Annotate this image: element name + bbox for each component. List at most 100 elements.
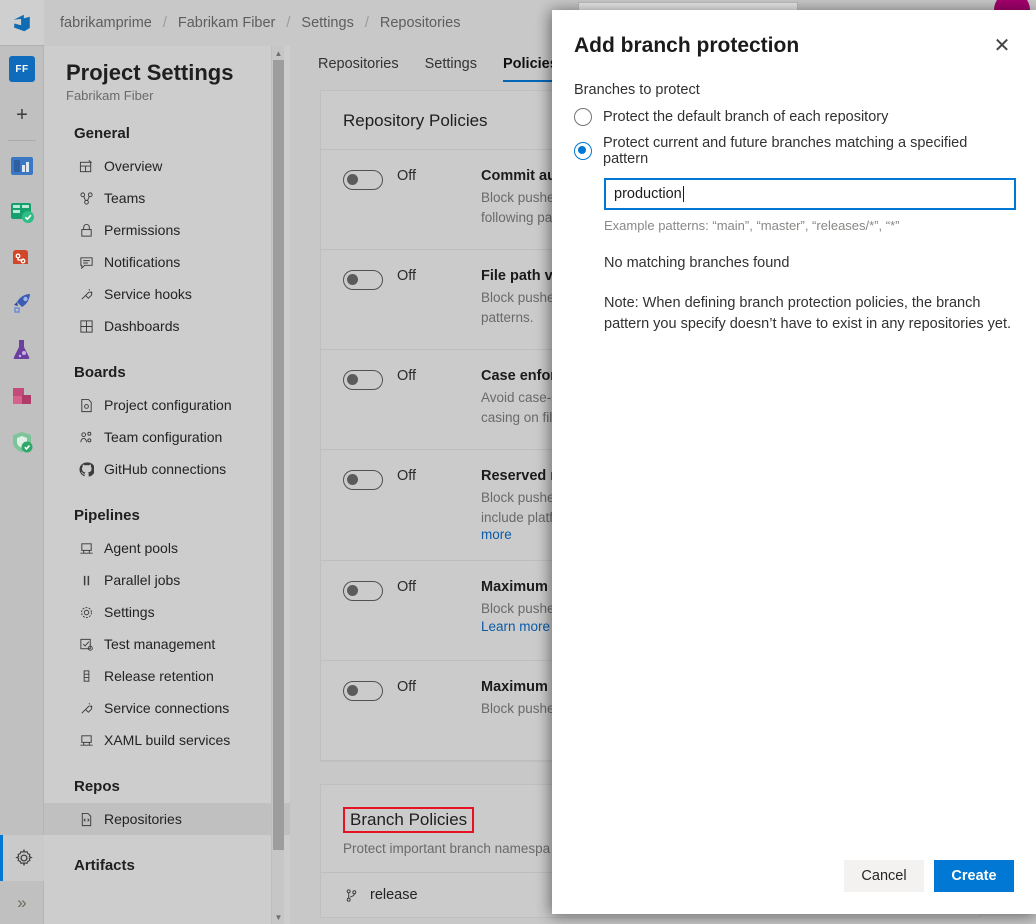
sidebar-group-pipelines: Pipelines xyxy=(44,485,290,532)
dialog-footer: Cancel Create xyxy=(844,860,1014,892)
radio-button[interactable] xyxy=(574,108,592,126)
breadcrumb-separator: / xyxy=(286,15,290,31)
breadcrumb-item-org[interactable]: fabrikamprime xyxy=(60,15,152,31)
radio-option-default-branch[interactable]: Protect the default branch of each repos… xyxy=(574,108,1014,126)
org-tile-label: FF xyxy=(9,56,35,82)
policy-toggle[interactable] xyxy=(343,270,383,290)
policy-toggle[interactable] xyxy=(343,370,383,390)
policy-toggle[interactable] xyxy=(343,170,383,190)
sidebar-item-teams[interactable]: Teams xyxy=(44,182,290,214)
dialog-note: Note: When defining branch protection po… xyxy=(604,293,1024,336)
rocket-icon xyxy=(9,291,35,317)
sidebar-item-service-connections[interactable]: Service connections xyxy=(44,692,290,724)
radio-label: Protect the default branch of each repos… xyxy=(603,109,888,125)
sidebar-item-label: Notifications xyxy=(104,254,180,270)
agent-icon xyxy=(78,732,94,748)
branch-policies-heading: Branch Policies xyxy=(343,807,474,833)
match-status: No matching branches found xyxy=(604,255,1014,271)
sidebar-item-parallel-jobs[interactable]: Parallel jobs xyxy=(44,564,290,596)
security-nav-button[interactable] xyxy=(0,419,44,465)
scroll-down-arrow-icon[interactable]: ▼ xyxy=(274,913,283,922)
branch-icon xyxy=(343,887,359,903)
sidebar-item-service-hooks[interactable]: Service hooks xyxy=(44,278,290,310)
policy-toggle-state: Off xyxy=(397,579,481,595)
cancel-button[interactable]: Cancel xyxy=(844,860,924,892)
branch-pattern-input[interactable]: production xyxy=(604,178,1016,210)
policy-toggle[interactable] xyxy=(343,681,383,701)
org-tile-ff[interactable]: FF xyxy=(0,46,44,92)
gear-icon xyxy=(78,604,94,620)
radio-option-pattern[interactable]: Protect current and future branches matc… xyxy=(574,135,1014,167)
sidebar-item-label: Test management xyxy=(104,636,215,652)
expand-menu-button[interactable]: » xyxy=(0,881,44,924)
plus-icon: + xyxy=(16,105,28,125)
sidebar-item-label: Release retention xyxy=(104,668,214,684)
sidebar-item-label: Project configuration xyxy=(104,397,232,413)
github-icon xyxy=(78,461,94,477)
sidebar-item-notifications[interactable]: Notifications xyxy=(44,246,290,278)
packages-nav-button[interactable] xyxy=(0,373,44,419)
repo-file-icon xyxy=(78,811,94,827)
branch-pattern-value: production xyxy=(614,186,682,202)
text-caret xyxy=(683,186,684,202)
chevron-double-right-icon: » xyxy=(17,893,26,913)
breadcrumb-item-project[interactable]: Fabrikam Fiber xyxy=(178,15,276,31)
sidebar-item-label: Settings xyxy=(104,604,155,620)
close-icon[interactable]: ✕ xyxy=(986,30,1018,62)
gear-icon xyxy=(14,848,34,868)
sidebar-group-general: General xyxy=(44,103,290,150)
policy-toggle[interactable] xyxy=(343,470,383,490)
breadcrumb-item-settings[interactable]: Settings xyxy=(301,15,353,31)
sidebar-item-project-configuration[interactable]: Project configuration xyxy=(44,389,290,421)
shield-icon xyxy=(9,429,35,455)
scrollbar-thumb[interactable] xyxy=(273,60,284,850)
breadcrumb-separator: / xyxy=(365,15,369,31)
policy-toggle-state: Off xyxy=(397,268,481,284)
sidebar-item-label: GitHub connections xyxy=(104,461,226,477)
sidebar-item-dashboards[interactable]: Dashboards xyxy=(44,310,290,342)
artifacts-nav-button[interactable] xyxy=(0,327,44,373)
plug-icon xyxy=(78,286,94,302)
sidebar-item-github-connections[interactable]: GitHub connections xyxy=(44,453,290,485)
agent-icon xyxy=(78,540,94,556)
overview-icon xyxy=(78,158,94,174)
sidebar-item-agent-pools[interactable]: Agent pools xyxy=(44,532,290,564)
pipelines-nav-button[interactable] xyxy=(0,235,44,281)
dialog-header: Add branch protection ✕ xyxy=(552,10,1036,62)
rail-bottom-group: » xyxy=(0,835,44,924)
sidebar-item-permissions[interactable]: Permissions xyxy=(44,214,290,246)
sidebar-item-settings[interactable]: Settings xyxy=(44,596,290,628)
create-button[interactable]: Create xyxy=(934,860,1014,892)
sidebar-item-xaml-build-services[interactable]: XAML build services xyxy=(44,724,290,756)
test-plans-nav-button[interactable] xyxy=(0,281,44,327)
boards-nav-button[interactable] xyxy=(0,143,44,189)
project-settings-sidebar: Project Settings Fabrikam Fiber General … xyxy=(44,46,290,924)
sidebar-item-test-management[interactable]: Test management xyxy=(44,628,290,660)
breadcrumb-item-repositories[interactable]: Repositories xyxy=(380,15,461,31)
policy-toggle[interactable] xyxy=(343,581,383,601)
boxes-icon xyxy=(9,383,35,409)
project-settings-button[interactable] xyxy=(0,835,44,881)
azure-devops-logo[interactable] xyxy=(0,0,44,46)
sidebar-item-repositories[interactable]: Repositories xyxy=(44,803,290,835)
sidebar-item-overview[interactable]: Overview xyxy=(44,150,290,182)
page-subtitle: Fabrikam Fiber xyxy=(44,86,290,103)
scroll-up-arrow-icon[interactable]: ▲ xyxy=(274,49,283,58)
tab-settings[interactable]: Settings xyxy=(425,56,477,82)
tab-policies[interactable]: Policies xyxy=(503,56,558,82)
parallel-icon xyxy=(78,572,94,588)
retention-icon xyxy=(78,668,94,684)
sidebar-item-team-configuration[interactable]: Team configuration xyxy=(44,421,290,453)
sidebar-item-release-retention[interactable]: Release retention xyxy=(44,660,290,692)
sidebar-item-label: Teams xyxy=(104,190,145,206)
new-item-button[interactable]: + xyxy=(0,92,44,138)
plug-icon xyxy=(78,700,94,716)
repos-nav-button[interactable] xyxy=(0,189,44,235)
sidebar-scrollbar[interactable]: ▲ ▼ xyxy=(271,46,284,924)
radio-button-selected[interactable] xyxy=(574,142,592,160)
tab-repositories[interactable]: Repositories xyxy=(318,56,399,82)
lock-icon xyxy=(78,222,94,238)
breadcrumb-separator: / xyxy=(163,15,167,31)
radio-label: Protect current and future branches matc… xyxy=(603,135,1014,167)
sidebar-item-label: Service hooks xyxy=(104,286,192,302)
